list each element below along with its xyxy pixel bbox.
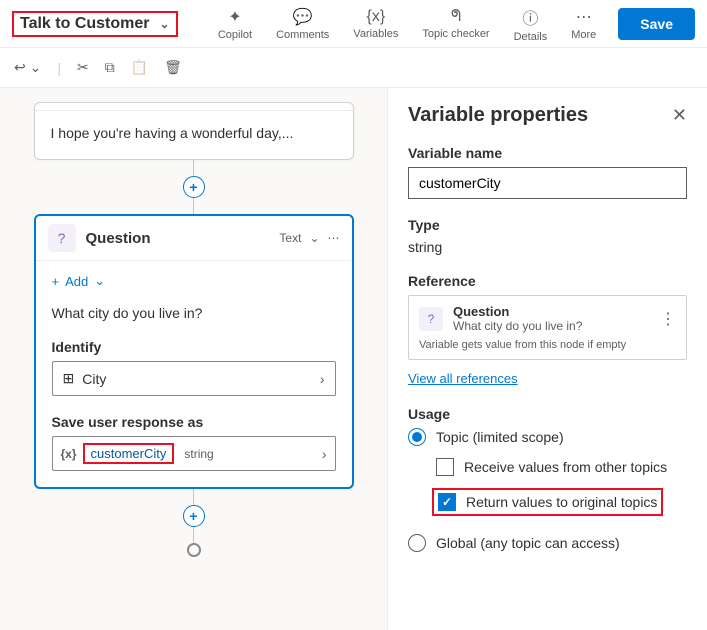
undo-button[interactable]: ↩ ⌄ [14, 59, 41, 76]
reference-title: Question [453, 304, 650, 319]
question-type-label: Text [279, 231, 301, 245]
message-text: I hope you're having a wonderful day,... [51, 125, 337, 141]
question-icon: ? [48, 224, 76, 252]
topic-name-text: Talk to Customer [20, 15, 150, 33]
chevron-down-icon: ⌄ [94, 273, 105, 289]
variable-type: string [184, 447, 213, 461]
variable-icon: {x} [366, 8, 385, 26]
panel-title: Variable properties [408, 104, 588, 127]
chevron-right-icon: › [320, 371, 325, 387]
question-icon: ? [419, 307, 443, 331]
usage-global-label: Global (any topic can access) [436, 535, 620, 551]
return-values-checkbox-row: ✓ Return values to original topics [432, 488, 687, 516]
more-label: More [571, 29, 596, 41]
reference-subtitle: What city do you live in? [453, 319, 650, 333]
delete-button[interactable]: 🗑 [164, 59, 182, 76]
chevron-right-icon: › [322, 446, 327, 462]
add-label: Add [65, 274, 88, 289]
question-header: ? Question Text ⌄ ⋯ [36, 216, 352, 261]
plus-icon: + [52, 274, 60, 289]
variable-properties-panel: Variable properties ✕ Variable name Type… [387, 88, 707, 630]
copilot-icon: ✦ [228, 7, 241, 27]
entity-icon: ⊞ [63, 370, 75, 387]
type-label: Type [408, 217, 687, 233]
identify-field[interactable]: ⊞ City › [52, 361, 336, 396]
variable-name-label: Variable name [408, 145, 687, 161]
save-response-label: Save user response as [52, 414, 336, 430]
type-value: string [408, 239, 687, 255]
variables-label: Variables [353, 28, 398, 40]
message-node[interactable]: I hope you're having a wonderful day,... [34, 102, 354, 160]
receive-values-label: Receive values from other topics [464, 459, 667, 475]
return-values-label: Return values to original topics [466, 494, 657, 510]
secondary-toolbar: ↩ ⌄ | ✂ ⧉ 📋 🗑 [0, 48, 707, 88]
usage-topic-radio[interactable]: Topic (limited scope) [408, 428, 687, 446]
variable-icon: {x} [61, 447, 77, 461]
chevron-down-icon[interactable]: ⌄ [309, 231, 319, 245]
info-icon: ⓘ [522, 5, 538, 29]
comment-icon: 💬 [293, 7, 313, 27]
add-button[interactable]: + Add ⌄ [52, 273, 336, 289]
radio-icon [408, 534, 426, 552]
comments-label: Comments [276, 29, 329, 41]
reference-note: Variable gets value from this node if em… [419, 339, 676, 351]
identify-label: Identify [52, 339, 336, 355]
variable-name: customerCity [83, 443, 175, 464]
more-icon[interactable]: ⋯ [328, 231, 340, 245]
stethoscope-icon: ᖗ [451, 8, 461, 26]
question-prompt[interactable]: What city do you live in? [52, 305, 336, 321]
copilot-label: Copilot [218, 29, 252, 41]
save-button[interactable]: Save [618, 8, 695, 40]
receive-values-checkbox[interactable]: Receive values from other topics [436, 458, 687, 476]
separator: | [57, 60, 61, 76]
copilot-button[interactable]: ✦ Copilot [208, 5, 262, 43]
details-button[interactable]: ⓘ Details [504, 3, 558, 45]
copy-button[interactable]: ⧉ [105, 59, 115, 76]
topic-name[interactable]: Talk to Customer ⌄ [12, 11, 178, 37]
end-node [187, 543, 201, 557]
topic-checker-label: Topic checker [422, 28, 489, 40]
radio-icon [408, 428, 426, 446]
variable-name-input[interactable] [408, 167, 687, 199]
variables-button[interactable]: {x} Variables [343, 6, 408, 42]
topic-checker-button[interactable]: ᖗ Topic checker [412, 6, 499, 42]
add-node-button[interactable]: + [183, 505, 205, 527]
identify-value: City [82, 371, 106, 387]
reference-label: Reference [408, 273, 687, 289]
reference-box: ? Question What city do you live in? ⋮ V… [408, 295, 687, 360]
question-title: Question [86, 230, 270, 247]
usage-label: Usage [408, 406, 687, 422]
details-label: Details [514, 31, 548, 43]
authoring-canvas[interactable]: I hope you're having a wonderful day,...… [0, 88, 387, 630]
cut-button[interactable]: ✂ [77, 59, 89, 76]
checkbox-icon [436, 458, 454, 476]
paste-button[interactable]: 📋 [131, 59, 148, 76]
usage-global-radio[interactable]: Global (any topic can access) [408, 534, 687, 552]
top-toolbar: Talk to Customer ⌄ ✦ Copilot 💬 Comments {x… [0, 0, 707, 48]
return-values-checkbox[interactable]: ✓ [438, 493, 456, 511]
more-icon[interactable]: ⋮ [660, 309, 676, 329]
comments-button[interactable]: 💬 Comments [266, 5, 339, 43]
more-icon: ⋯ [576, 7, 592, 27]
add-node-button[interactable]: + [183, 176, 205, 198]
view-all-references-link[interactable]: View all references [408, 371, 518, 386]
chevron-down-icon: ⌄ [160, 17, 170, 31]
question-node[interactable]: ? Question Text ⌄ ⋯ + Add ⌄ What city do… [34, 214, 354, 489]
more-button[interactable]: ⋯ More [561, 5, 606, 43]
usage-topic-label: Topic (limited scope) [436, 429, 564, 445]
close-icon[interactable]: ✕ [672, 105, 687, 126]
variable-field[interactable]: {x} customerCity string › [52, 436, 336, 471]
